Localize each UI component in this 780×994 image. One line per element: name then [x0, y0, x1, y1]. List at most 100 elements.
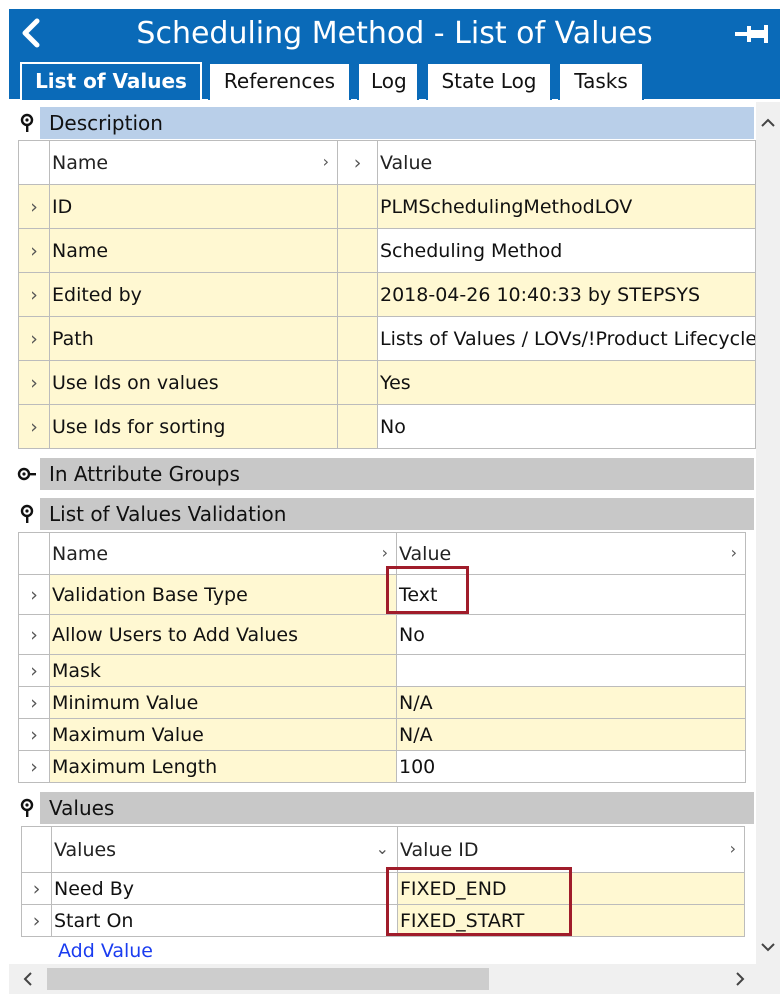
table-row[interactable]: › Start On FIXED_START: [21, 904, 745, 937]
table-row[interactable]: › Name Scheduling Method: [18, 228, 756, 273]
table-row[interactable]: › Maximum Length 100: [18, 750, 746, 783]
table-header-row: Name › › Value: [18, 140, 756, 185]
header-spacer: [18, 140, 50, 185]
chevron-right-icon[interactable]: ›: [18, 718, 50, 751]
row-value[interactable]: 100: [396, 750, 746, 783]
row-spacer: [337, 184, 378, 229]
chevron-right-icon: ›: [381, 542, 388, 562]
pin-down-icon[interactable]: [17, 504, 37, 524]
section-description[interactable]: Description: [9, 107, 754, 139]
section-validation-label: List of Values Validation: [49, 502, 287, 526]
chevron-right-icon[interactable]: ›: [18, 316, 50, 361]
chevron-down-icon[interactable]: [759, 938, 777, 956]
chevron-right-icon[interactable]: ›: [18, 750, 50, 783]
description-table: Name › › Value › ID PLMSchedulingMethodLO…: [18, 140, 756, 449]
left-edge: [0, 0, 9, 994]
header-spacer: [21, 826, 52, 873]
chevron-right-icon[interactable]: [731, 970, 749, 988]
table-header-row: Name › Value ›: [18, 532, 746, 575]
table-row[interactable]: › Need By FIXED_END: [21, 872, 745, 905]
horizontal-scrollbar[interactable]: [9, 964, 780, 994]
table-row[interactable]: › Minimum Value N/A: [18, 686, 746, 719]
table-row[interactable]: › Maximum Value N/A: [18, 718, 746, 751]
tab-log[interactable]: Log: [357, 62, 419, 100]
row-value[interactable]: Scheduling Method: [377, 228, 756, 273]
chevron-right-icon[interactable]: ›: [18, 228, 50, 273]
section-attribute-groups-label: In Attribute Groups: [49, 462, 240, 486]
row-value[interactable]: N/A: [396, 686, 746, 719]
chevron-right-icon[interactable]: ›: [21, 872, 52, 905]
table-row[interactable]: › Edited by 2018-04-26 10:40:33 by STEPS…: [18, 272, 756, 317]
tab-references[interactable]: References: [208, 62, 351, 100]
column-header-name-label: Name: [52, 151, 109, 174]
add-value-link[interactable]: Add Value: [58, 940, 153, 962]
tab-list-of-values[interactable]: List of Values: [20, 62, 202, 100]
table-row[interactable]: › Path Lists of Values / LOVs/!Product L…: [18, 316, 756, 361]
table-row[interactable]: › Use Ids for sorting No: [18, 404, 756, 449]
pin-icon[interactable]: [734, 23, 770, 45]
chevron-right-icon[interactable]: ›: [18, 686, 50, 719]
title-bar: Scheduling Method - List of Values: [9, 9, 780, 57]
row-spacer: [337, 404, 378, 449]
tab-strip: List of Values References Log State Log …: [9, 57, 780, 102]
column-header-value-label: Value: [399, 542, 452, 565]
tab-state-log[interactable]: State Log: [426, 62, 552, 100]
chevron-right-icon[interactable]: ›: [18, 272, 50, 317]
column-header-values[interactable]: Values ⌄: [51, 826, 398, 873]
column-header-value-id[interactable]: Value ID ›: [397, 826, 745, 873]
chevron-right-icon[interactable]: ›: [18, 574, 50, 615]
row-name: Use Ids on values: [49, 360, 338, 405]
chevron-right-icon[interactable]: ›: [18, 360, 50, 405]
table-header-row: Values ⌄ Value ID ›: [21, 826, 745, 873]
pin-right-icon[interactable]: [17, 464, 37, 484]
row-value[interactable]: Need By: [51, 872, 398, 905]
chevron-right-icon[interactable]: ›: [18, 184, 50, 229]
validation-table: Name › Value › › Validation Base Type Text…: [18, 532, 746, 783]
chevron-right-icon[interactable]: ›: [18, 654, 50, 687]
tab-tasks[interactable]: Tasks: [558, 62, 644, 100]
chevron-up-icon[interactable]: [759, 114, 777, 132]
row-value[interactable]: Start On: [51, 904, 398, 937]
chevron-right-icon[interactable]: ›: [18, 404, 50, 449]
row-name: Mask: [49, 654, 397, 687]
column-header-name[interactable]: Name ›: [49, 532, 397, 575]
column-header-name[interactable]: Name ›: [49, 140, 338, 185]
row-name: Allow Users to Add Values: [49, 614, 397, 655]
section-attribute-groups[interactable]: In Attribute Groups: [9, 458, 754, 490]
table-row[interactable]: › Mask: [18, 654, 746, 687]
section-description-label: Description: [49, 111, 163, 135]
row-value[interactable]: No: [396, 614, 746, 655]
row-value[interactable]: PLMSchedulingMethodLOV: [377, 184, 756, 229]
row-value[interactable]: 2018-04-26 10:40:33 by STEPSYS: [377, 272, 756, 317]
row-value[interactable]: N/A: [396, 718, 746, 751]
scrollbar-thumb[interactable]: [47, 968, 489, 990]
chevron-right-icon: ›: [730, 542, 737, 562]
section-values-bar: [40, 792, 754, 824]
section-validation[interactable]: List of Values Validation: [9, 498, 754, 530]
highlight-box: [386, 867, 572, 936]
row-spacer: [337, 228, 378, 273]
vertical-scrollbar[interactable]: [756, 102, 780, 964]
table-row[interactable]: › Allow Users to Add Values No: [18, 614, 746, 655]
table-row[interactable]: › Use Ids on values Yes: [18, 360, 756, 405]
chevron-left-icon[interactable]: [19, 970, 37, 988]
row-value[interactable]: [396, 654, 746, 687]
row-value[interactable]: Lists of Values / LOVs/!Product Lifecycl…: [377, 316, 756, 361]
table-row[interactable]: › ID PLMSchedulingMethodLOV: [18, 184, 756, 229]
row-name: Maximum Value: [49, 718, 397, 751]
pin-down-icon[interactable]: [17, 113, 37, 133]
chevron-right-icon: ›: [729, 838, 736, 858]
window-title: Scheduling Method - List of Values: [136, 16, 653, 51]
chevron-right-icon[interactable]: ›: [18, 614, 50, 655]
chevron-right-icon[interactable]: ›: [21, 904, 52, 937]
section-values[interactable]: Values: [9, 792, 754, 824]
pin-down-icon[interactable]: [17, 798, 37, 818]
table-row[interactable]: › Validation Base Type Text: [18, 574, 746, 615]
row-name: Name: [49, 228, 338, 273]
row-name: Validation Base Type: [49, 574, 397, 615]
row-spacer: [337, 272, 378, 317]
row-value[interactable]: Yes: [377, 360, 756, 405]
column-header-value[interactable]: Value: [377, 140, 756, 185]
row-value[interactable]: No: [377, 404, 756, 449]
row-spacer: [397, 936, 745, 964]
